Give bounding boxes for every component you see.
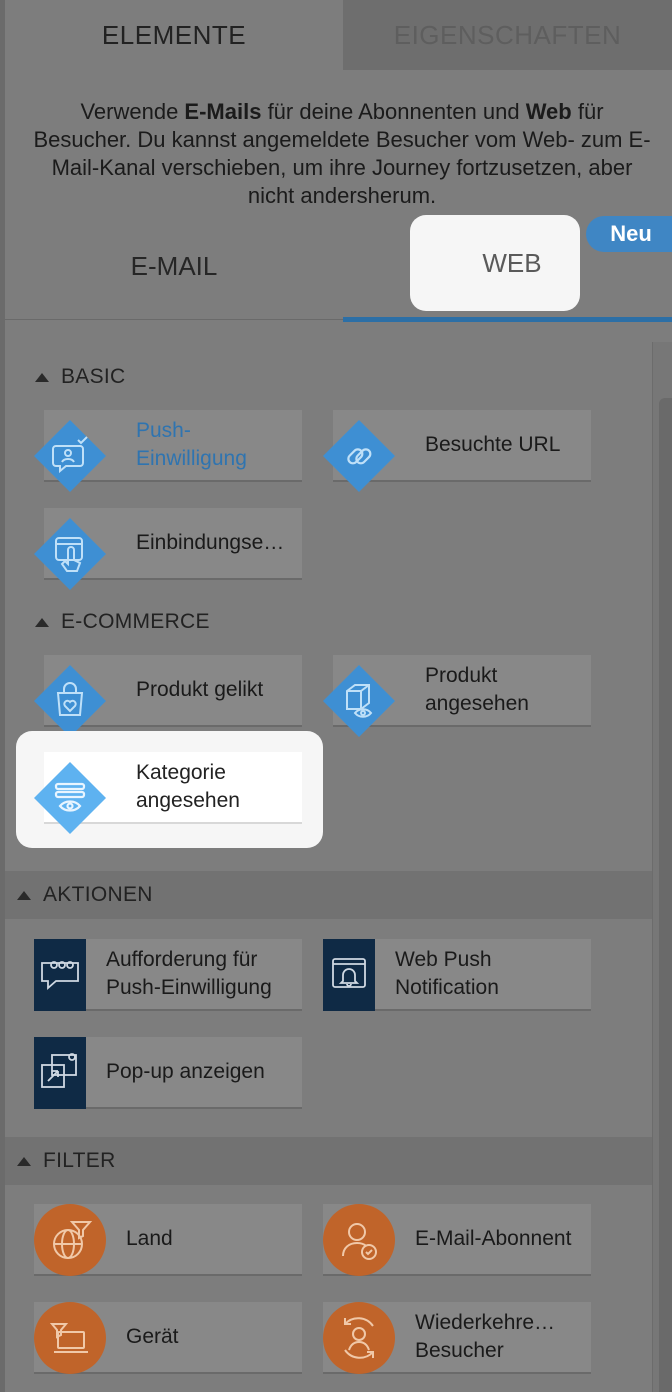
element-label: Produkt angesehen — [425, 664, 529, 715]
element-label: Wiederkehre… Besucher — [415, 1311, 556, 1362]
bell-window-icon — [323, 939, 375, 1011]
collapse-triangle-icon — [17, 890, 31, 900]
intro-email-bold: E-Mails — [184, 99, 262, 124]
section-header-actions[interactable]: AKTIONEN — [5, 871, 652, 919]
element-label: Besuchte URL — [425, 433, 561, 456]
element-label: Gerät — [126, 1325, 179, 1348]
collapse-triangle-icon — [17, 1156, 31, 1166]
element-label: Produkt gelikt — [136, 678, 264, 701]
collapse-triangle-icon — [35, 617, 49, 627]
element-card-visited-url[interactable]: Besuchte URL — [323, 410, 591, 492]
element-card-country[interactable]: Land — [34, 1204, 302, 1276]
element-card-email-subscriber[interactable]: E-Mail-Abonnent — [323, 1204, 591, 1276]
section-title: AKTIONEN — [43, 883, 153, 906]
globe-filter-icon — [34, 1204, 106, 1276]
intro-text-2: für deine Abonnenten und — [261, 99, 526, 124]
element-card-popup[interactable]: Pop-up anzeigen — [34, 1037, 302, 1109]
element-card-push-prompt[interactable]: Aufforderung für Push-Einwilligung — [34, 939, 302, 1011]
box-eye-icon — [321, 663, 397, 739]
tab-web-active-indicator — [343, 317, 672, 322]
section-header-filter[interactable]: FILTER — [5, 1137, 652, 1185]
intro-web-bold: Web — [525, 99, 572, 124]
element-label: Push-Einwilligung — [136, 419, 247, 470]
chat-bubble-icon — [34, 939, 86, 1011]
element-card-push-consent[interactable]: Push-Einwilligung — [34, 410, 302, 492]
tab-elements[interactable]: ELEMENTE — [5, 0, 343, 70]
list-eye-icon — [32, 760, 108, 836]
element-label: Kategorie angesehen — [136, 761, 240, 812]
scrollbar-thumb[interactable] — [659, 398, 672, 1392]
element-card-device[interactable]: Gerät — [34, 1302, 302, 1374]
element-card-category-viewed[interactable]: Kategorie angesehen — [34, 752, 302, 834]
element-label: Land — [126, 1227, 173, 1250]
element-card-product-viewed[interactable]: Produkt angesehen — [323, 655, 591, 737]
bag-heart-icon — [32, 663, 108, 739]
section-title: FILTER — [43, 1149, 116, 1172]
returning-user-icon — [323, 1302, 395, 1374]
section-title: E-COMMERCE — [61, 610, 210, 633]
popup-icon — [34, 1037, 86, 1109]
element-card-web-push[interactable]: Web Push Notification — [323, 939, 591, 1011]
element-label: Pop-up anzeigen — [106, 1060, 265, 1083]
section-title: BASIC — [61, 365, 126, 388]
link-icon — [321, 418, 397, 494]
element-card-engagement[interactable]: Einbindungse… — [34, 508, 302, 590]
push-consent-icon — [32, 418, 108, 494]
intro-text-1: Verwende — [80, 99, 185, 124]
tab-web[interactable]: WEB — [410, 215, 580, 311]
section-header-basic[interactable]: BASIC — [35, 364, 126, 390]
element-label: Web Push Notification — [395, 948, 499, 999]
touch-icon — [32, 516, 108, 592]
element-card-returning-visitor[interactable]: Wiederkehre… Besucher — [323, 1302, 591, 1374]
section-header-ecommerce[interactable]: E-COMMERCE — [35, 609, 210, 635]
element-card-product-liked[interactable]: Produkt gelikt — [34, 655, 302, 737]
element-label: Einbindungse… — [136, 531, 285, 554]
element-label: E-Mail-Abonnent — [415, 1227, 572, 1250]
tab-divider — [5, 319, 343, 320]
collapse-triangle-icon — [35, 372, 49, 382]
element-label: Aufforderung für Push-Einwilligung — [106, 948, 272, 999]
user-check-icon — [323, 1204, 395, 1276]
tab-email[interactable]: E-MAIL — [5, 228, 343, 304]
channel-intro-text: Verwende E-Mails für deine Abonnenten un… — [30, 98, 654, 210]
tab-properties[interactable]: EIGENSCHAFTEN — [343, 0, 672, 70]
top-tab-bar: ELEMENTE EIGENSCHAFTEN — [5, 0, 672, 70]
new-badge: Neu — [586, 216, 672, 252]
device-icon — [34, 1302, 106, 1374]
